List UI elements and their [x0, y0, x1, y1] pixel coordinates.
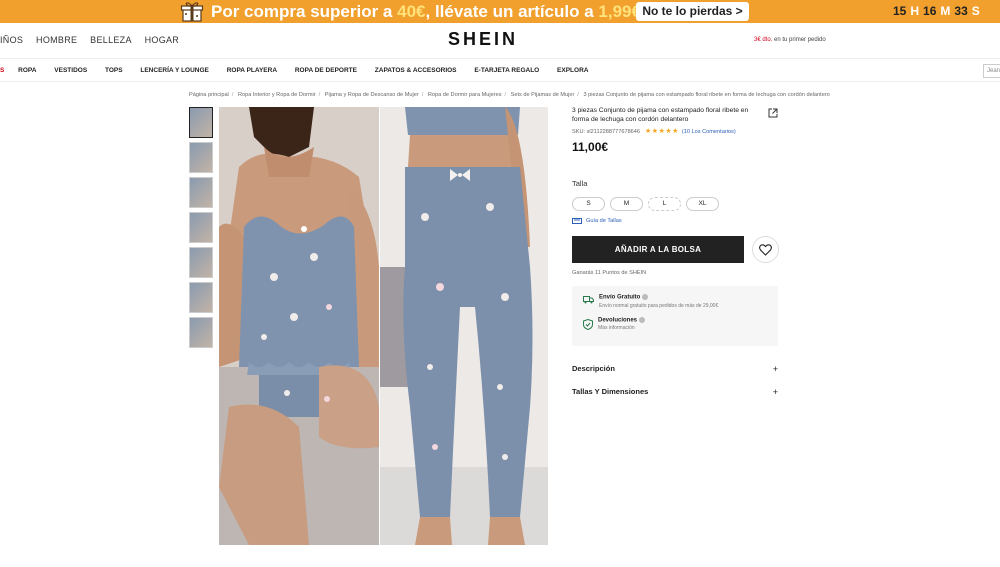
- product-thumbnail[interactable]: [189, 177, 213, 208]
- accordion-description[interactable]: Descripción +: [572, 364, 778, 387]
- product-image-secondary[interactable]: [380, 107, 548, 545]
- product-title: 3 piezas Conjunto de pijama con estampad…: [572, 107, 749, 123]
- info-icon[interactable]: [639, 316, 646, 323]
- product-thumbnail[interactable]: [189, 142, 213, 173]
- info-icon[interactable]: [642, 294, 649, 300]
- accordion-description-label: Descripción: [572, 364, 615, 373]
- promo-text-prefix: Por compra superior a: [211, 2, 398, 21]
- size-option-l[interactable]: L: [648, 197, 681, 211]
- gift-icon: [180, 2, 204, 22]
- countdown-timer: 15 H 16 M 33 S: [893, 0, 984, 23]
- product-thumbnail[interactable]: [189, 282, 213, 313]
- promo-message: Por compra superior a 40€, llévate un ar…: [211, 0, 641, 23]
- promo-text-mid: , llévate un artículo a: [425, 2, 599, 21]
- free-shipping-title: Envío Gratuito: [599, 294, 641, 301]
- product-thumbnail[interactable]: [189, 107, 213, 138]
- breadcrumb-current: 3 piezas Conjunto de pijama con estampad…: [583, 92, 830, 98]
- sku-row: SKU: sl2112288777678646 ★★★★★ (10 Los Come…: [572, 127, 782, 135]
- top-nav: IÑOS HOMBRE BELLEZA HOGAR: [0, 35, 189, 45]
- share-icon[interactable]: [768, 108, 778, 118]
- promo-special-price: 1,99€: [598, 2, 641, 21]
- rating-stars: ★★★★★: [645, 128, 679, 135]
- top-nav-men[interactable]: HOMBRE: [36, 35, 77, 45]
- ruler-icon: [572, 218, 582, 224]
- promo-amount: 40€: [397, 2, 426, 21]
- promo-cta-button[interactable]: No te lo pierdas >: [636, 2, 749, 21]
- size-option-xl[interactable]: XL: [686, 197, 719, 211]
- first-order-text: en tu primer pedido: [772, 37, 826, 43]
- plus-icon: +: [772, 387, 778, 397]
- promo-banner: Por compra superior a 40€, llévate un ar…: [0, 0, 1000, 23]
- top-nav-beauty[interactable]: BELLEZA: [90, 35, 132, 45]
- countdown-minutes: 16: [923, 4, 937, 18]
- size-guide-label: Guía de Tallas: [586, 218, 622, 224]
- top-nav-kids[interactable]: IÑOS: [0, 35, 23, 45]
- product-thumbnail[interactable]: [189, 212, 213, 243]
- product-info-panel: 3 piezas Conjunto de pijama con estampad…: [572, 107, 782, 410]
- size-label: Talla: [572, 179, 588, 188]
- category-item-ropa-deporte[interactable]: ROPA DE DEPORTE: [295, 67, 357, 74]
- category-item-explora[interactable]: EXPLORA: [557, 67, 588, 74]
- product-image-main[interactable]: [219, 107, 379, 545]
- countdown-m-label: M: [940, 4, 951, 18]
- free-shipping-row[interactable]: Envío Gratuito Envío normal gratuito par…: [583, 294, 778, 309]
- category-item-vestidos[interactable]: VESTIDOS: [54, 67, 87, 74]
- size-selector: S M L XL: [572, 197, 782, 211]
- category-item-ropa[interactable]: ROPA: [18, 67, 36, 74]
- heart-icon: [759, 243, 772, 256]
- product-sku: SKU: sl2112288777678646: [572, 129, 641, 135]
- wishlist-button[interactable]: [752, 236, 779, 263]
- size-option-s[interactable]: S: [572, 197, 605, 211]
- reward-points: Ganarás 11 Puntos de SHEIN: [572, 270, 647, 276]
- category-item-tarjeta-regalo[interactable]: E-TARJETA REGALO: [474, 67, 539, 74]
- site-header: IÑOS HOMBRE BELLEZA HOGAR SHEIN 3€ dto. …: [0, 23, 1000, 59]
- free-shipping-sub: Envío normal gratuito para pedidos de má…: [599, 302, 719, 309]
- category-item-lenceria[interactable]: LENCERÍA Y LOUNGE: [140, 67, 209, 74]
- returns-row[interactable]: Devoluciones Más información: [583, 316, 778, 332]
- category-item-sale[interactable]: S: [0, 67, 4, 74]
- site-logo[interactable]: SHEIN: [448, 29, 518, 50]
- breadcrumb-item[interactable]: Ropa Interior y Ropa de Dormir: [238, 92, 316, 98]
- accordion-sizes-label: Tallas Y Dimensiones: [572, 387, 649, 396]
- countdown-h-label: H: [910, 4, 920, 18]
- accordion-sizes[interactable]: Tallas Y Dimensiones +: [572, 387, 778, 410]
- countdown-s-label: S: [971, 4, 980, 18]
- breadcrumb-item[interactable]: Pijama y Ropa de Descanso de Mujer: [325, 92, 419, 98]
- truck-icon: [583, 296, 594, 304]
- shield-check-icon: [583, 318, 593, 330]
- breadcrumb-item[interactable]: Ropa de Dormir para Mujeres: [428, 92, 502, 98]
- size-guide-link[interactable]: Guía de Tallas: [572, 218, 782, 224]
- first-order-discount: 3€ dto.: [754, 37, 773, 43]
- category-item-ropa-playera[interactable]: ROPA PLAYERA: [227, 67, 277, 74]
- product-thumbnail[interactable]: [189, 247, 213, 278]
- product-accordion: Descripción + Tallas Y Dimensiones +: [572, 364, 778, 410]
- category-nav: S ROPA VESTIDOS TOPS LENCERÍA Y LOUNGE R…: [0, 60, 1000, 82]
- reviews-link[interactable]: (10 Los Comentarios): [682, 129, 736, 135]
- category-item-zapatos[interactable]: ZAPATOS & ACCESORIOS: [375, 67, 457, 74]
- search-input[interactable]: Jean: [983, 64, 1000, 78]
- returns-title: Devoluciones: [598, 317, 638, 324]
- thumbnail-list: [189, 107, 214, 352]
- category-item-tops[interactable]: TOPS: [105, 67, 123, 74]
- countdown-hours: 15: [893, 4, 907, 18]
- product-thumbnail[interactable]: [189, 317, 213, 348]
- breadcrumb-item[interactable]: Sets de Pijamas de Mujer: [511, 92, 575, 98]
- size-option-m[interactable]: M: [610, 197, 643, 211]
- countdown-seconds: 33: [954, 4, 968, 18]
- add-to-bag-button[interactable]: AÑADIR A LA BOLSA: [572, 236, 744, 263]
- product-price: 11,00€: [572, 140, 609, 154]
- plus-icon: +: [772, 364, 778, 374]
- breadcrumb-item[interactable]: Página principal: [189, 92, 229, 98]
- shipping-info-box: Envío Gratuito Envío normal gratuito par…: [572, 286, 778, 346]
- returns-sub: Más información: [598, 325, 635, 332]
- top-nav-home[interactable]: HOGAR: [145, 35, 180, 45]
- breadcrumb: Página principal / Ropa Interior y Ropa d…: [189, 92, 830, 98]
- first-order-promo[interactable]: 3€ dto. en tu primer pedido: [754, 37, 826, 43]
